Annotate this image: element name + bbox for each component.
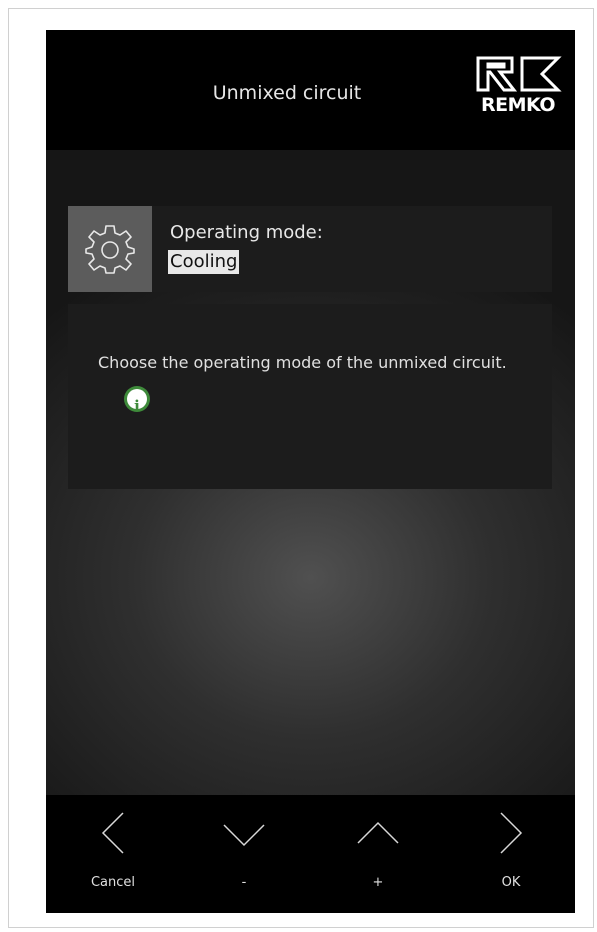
header-bar: Unmixed circuit REMKO bbox=[46, 30, 575, 150]
ok-label: OK bbox=[501, 875, 521, 890]
setting-icon-box bbox=[68, 206, 152, 292]
gear-icon bbox=[85, 225, 135, 274]
ok-button[interactable]: OK bbox=[456, 795, 566, 913]
logo-text: REMKO bbox=[480, 94, 556, 116]
description-panel: Choose the operating mode of the unmixed… bbox=[68, 304, 552, 489]
cancel-label: Cancel bbox=[90, 875, 136, 890]
cancel-button[interactable]: Cancel bbox=[58, 795, 168, 913]
info-icon[interactable] bbox=[124, 385, 150, 425]
operating-mode-setting[interactable]: Operating mode: Cooling bbox=[68, 206, 552, 292]
device-screen: Unmixed circuit REMKO Operating mode: Co… bbox=[46, 30, 575, 913]
remko-logo: REMKO bbox=[474, 54, 562, 118]
description-text: Choose the operating mode of the unmixed… bbox=[98, 353, 507, 372]
chevron-down-icon bbox=[223, 824, 265, 847]
description-text-block: Choose the operating mode of the unmixed… bbox=[98, 344, 518, 425]
page-title: Unmixed circuit bbox=[212, 82, 362, 104]
remko-logo-mark bbox=[476, 56, 562, 92]
footer-nav: Cancel - + OK bbox=[46, 795, 575, 913]
chevron-up-icon bbox=[357, 821, 399, 844]
increase-label: + bbox=[372, 875, 384, 890]
chevron-left-icon bbox=[101, 812, 124, 854]
setting-label: Operating mode: bbox=[170, 222, 323, 243]
chevron-right-icon bbox=[500, 812, 523, 854]
setting-value[interactable]: Cooling bbox=[168, 250, 240, 274]
decrease-button[interactable]: - bbox=[189, 795, 299, 913]
increase-button[interactable]: + bbox=[323, 795, 433, 913]
decrease-label: - bbox=[241, 875, 247, 890]
